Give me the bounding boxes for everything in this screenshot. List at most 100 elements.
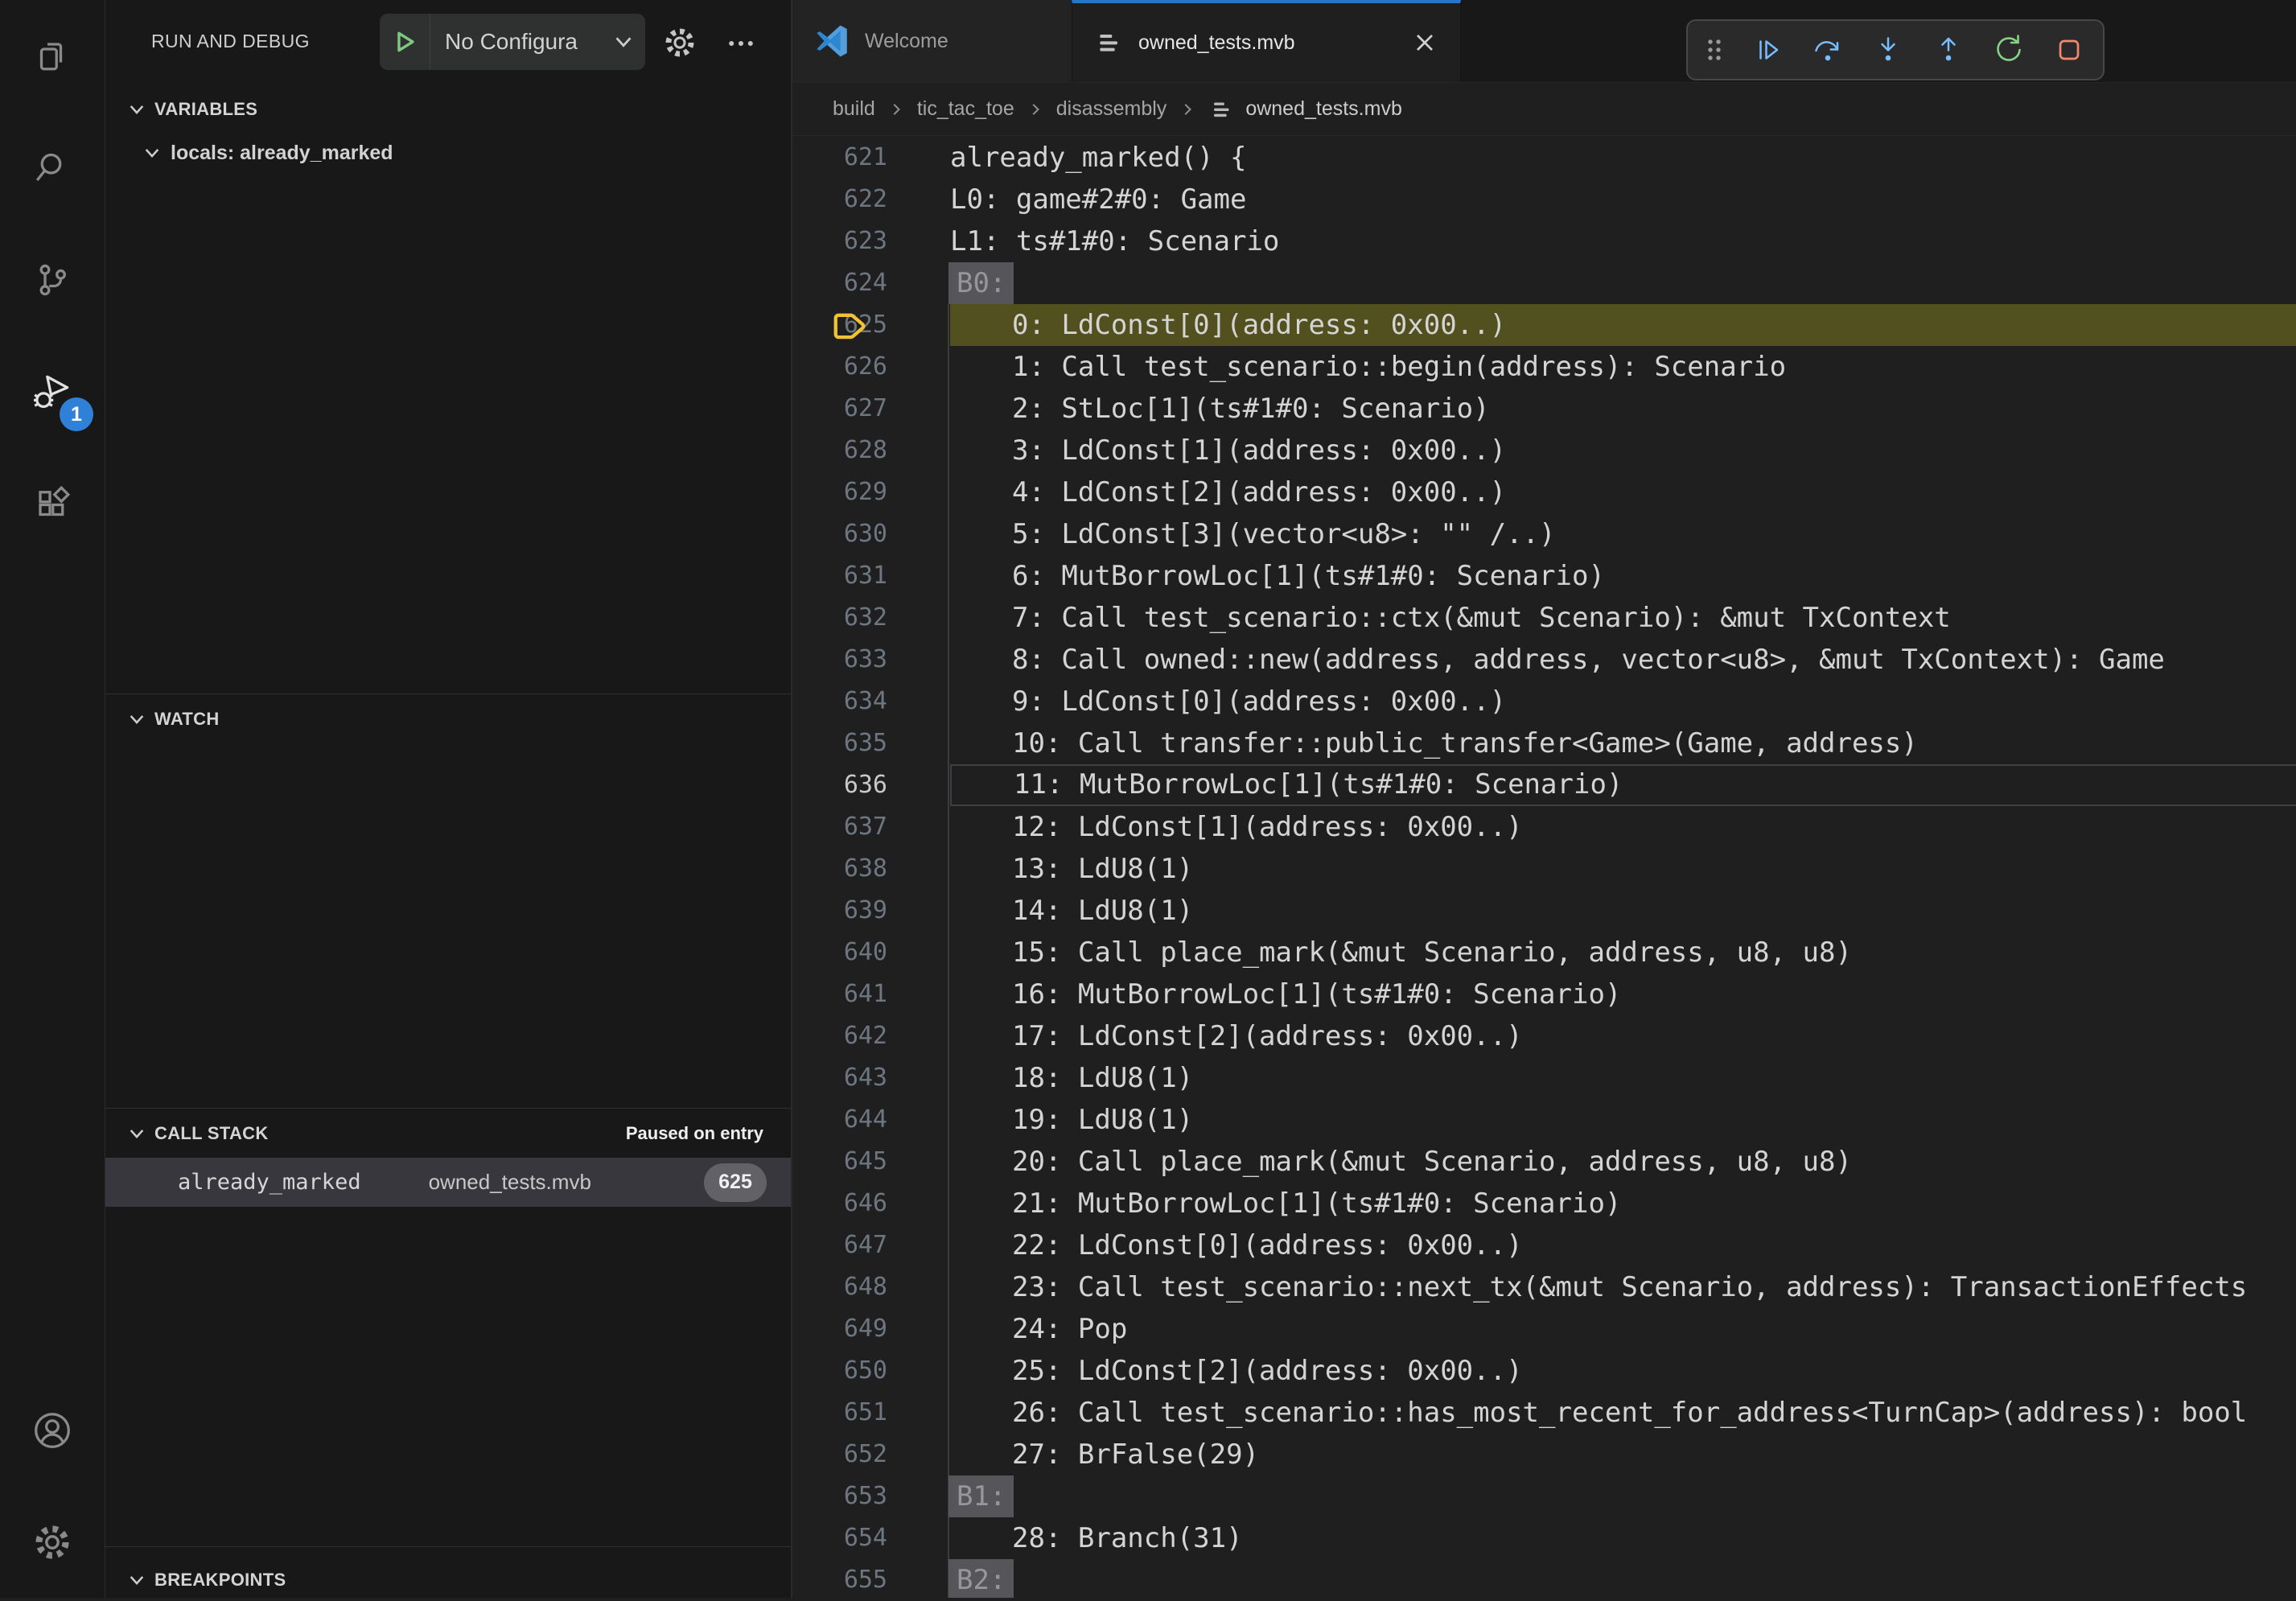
code-line[interactable]: 6338: Call owned::new(address, address, …	[792, 639, 2296, 681]
code-text[interactable]: 4: LdConst[2](address: 0x00..)	[950, 471, 2296, 513]
gutter-marker-slot[interactable]	[792, 764, 834, 806]
code-text[interactable]: 17: LdConst[2](address: 0x00..)	[950, 1015, 2296, 1057]
code-line[interactable]: 64621: MutBorrowLoc[1](ts#1#0: Scenario)	[792, 1183, 2296, 1224]
code-line[interactable]: 65227: BrFalse(29)	[792, 1434, 2296, 1475]
code-text[interactable]: 12: LdConst[1](address: 0x00..)	[950, 806, 2296, 848]
toolbar-drag-handle[interactable]	[1701, 27, 1728, 72]
code-line[interactable]: 621already_marked() {	[792, 137, 2296, 179]
code-line[interactable]: 63510: Call transfer::public_transfer<Ga…	[792, 722, 2296, 764]
code-text[interactable]: 26: Call test_scenario::has_most_recent_…	[950, 1392, 2296, 1434]
close-tab-button[interactable]	[1410, 28, 1439, 57]
gutter-marker-slot[interactable]	[792, 806, 834, 848]
restart-button[interactable]	[1988, 27, 2030, 72]
gutter-marker-slot[interactable]	[792, 1434, 834, 1475]
code-line[interactable]: 623L1: ts#1#0: Scenario	[792, 220, 2296, 262]
code-text[interactable]: 0: LdConst[0](address: 0x00..)	[950, 304, 2296, 346]
gutter-marker-slot[interactable]	[792, 639, 834, 681]
gutter-marker-slot[interactable]	[792, 220, 834, 262]
code-text[interactable]: 15: Call place_mark(&mut Scenario, addre…	[950, 932, 2296, 973]
code-line[interactable]: 655B2:	[792, 1559, 2296, 1598]
code-text[interactable]: 5: LdConst[3](vector<u8>: "" /..)	[950, 513, 2296, 555]
code-text[interactable]: 16: MutBorrowLoc[1](ts#1#0: Scenario)	[950, 973, 2296, 1015]
breadcrumb-item-file[interactable]: owned_tests.mvb	[1208, 96, 1402, 123]
code-line[interactable]: 65025: LdConst[2](address: 0x00..)	[792, 1350, 2296, 1392]
gutter-marker-slot[interactable]	[792, 1141, 834, 1183]
gutter-marker-slot[interactable]	[792, 1308, 834, 1350]
code-text[interactable]: B0:	[950, 262, 2296, 304]
call-stack-section-header[interactable]: CALL STACK Paused on entry	[105, 1113, 791, 1154]
code-line[interactable]: 6250: LdConst[0](address: 0x00..)	[792, 304, 2296, 346]
gutter-marker-slot[interactable]	[792, 471, 834, 513]
gutter-marker-slot[interactable]	[792, 1559, 834, 1598]
code-text[interactable]: 11: MutBorrowLoc[1](ts#1#0: Scenario)	[950, 764, 2296, 806]
breadcrumb-item[interactable]: disassembly	[1056, 97, 1167, 121]
activity-item-extensions[interactable]	[0, 447, 105, 559]
gutter-marker-slot[interactable]	[792, 1266, 834, 1308]
code-text[interactable]: L0: game#2#0: Game	[950, 179, 2296, 220]
gutter-marker-slot[interactable]	[792, 1015, 834, 1057]
code-text[interactable]: L1: ts#1#0: Scenario	[950, 220, 2296, 262]
code-line[interactable]: 64015: Call place_mark(&mut Scenario, ad…	[792, 932, 2296, 973]
code-text[interactable]: 27: BrFalse(29)	[950, 1434, 2296, 1475]
code-line[interactable]: 63712: LdConst[1](address: 0x00..)	[792, 806, 2296, 848]
code-line[interactable]: 64217: LdConst[2](address: 0x00..)	[792, 1015, 2296, 1057]
activity-item-run-and-debug[interactable]: 1	[0, 335, 105, 447]
more-actions-button[interactable]	[724, 27, 758, 60]
code-line[interactable]: 6305: LdConst[3](vector<u8>: "" /..)	[792, 513, 2296, 555]
code-text[interactable]: 1: Call test_scenario::begin(address): S…	[950, 346, 2296, 388]
current-line-marker[interactable]	[792, 304, 834, 346]
code-line[interactable]: 63611: MutBorrowLoc[1](ts#1#0: Scenario)	[792, 764, 2296, 806]
debug-settings-button[interactable]	[662, 25, 697, 60]
code-text[interactable]: 23: Call test_scenario::next_tx(&mut Sce…	[950, 1266, 2296, 1308]
gutter-marker-slot[interactable]	[792, 430, 834, 471]
activity-item-search[interactable]	[0, 112, 105, 224]
stop-button[interactable]	[2048, 27, 2090, 72]
activity-item-explorer[interactable]	[0, 0, 105, 112]
code-text[interactable]: 25: LdConst[2](address: 0x00..)	[950, 1350, 2296, 1392]
code-line[interactable]: 6261: Call test_scenario::begin(address)…	[792, 346, 2296, 388]
step-over-button[interactable]	[1807, 27, 1849, 72]
code-text[interactable]: 9: LdConst[0](address: 0x00..)	[950, 681, 2296, 722]
code-text[interactable]: B2:	[950, 1559, 2296, 1598]
code-line[interactable]: 63813: LdU8(1)	[792, 848, 2296, 890]
gutter-marker-slot[interactable]	[792, 1224, 834, 1266]
gutter-marker-slot[interactable]	[792, 681, 834, 722]
code-line[interactable]: 6349: LdConst[0](address: 0x00..)	[792, 681, 2296, 722]
gutter-marker-slot[interactable]	[792, 973, 834, 1015]
code-line[interactable]: 6316: MutBorrowLoc[1](ts#1#0: Scenario)	[792, 555, 2296, 597]
code-text[interactable]: 3: LdConst[1](address: 0x00..)	[950, 430, 2296, 471]
breakpoints-section-header[interactable]: BREAKPOINTS	[105, 1559, 791, 1601]
code-line[interactable]: 65126: Call test_scenario::has_most_rece…	[792, 1392, 2296, 1434]
step-into-button[interactable]	[1867, 27, 1909, 72]
step-out-button[interactable]	[1928, 27, 1969, 72]
gutter-marker-slot[interactable]	[792, 890, 834, 932]
code-text[interactable]: B1:	[950, 1475, 2296, 1517]
gutter-marker-slot[interactable]	[792, 1099, 834, 1141]
code-line[interactable]: 622L0: game#2#0: Game	[792, 179, 2296, 220]
stack-frame-row[interactable]: already_marked owned_tests.mvb 625	[105, 1158, 791, 1207]
code-line[interactable]: 64722: LdConst[0](address: 0x00..)	[792, 1224, 2296, 1266]
code-text[interactable]: 20: Call place_mark(&mut Scenario, addre…	[950, 1141, 2296, 1183]
watch-section-header[interactable]: WATCH	[105, 698, 791, 740]
code-text[interactable]: already_marked() {	[950, 137, 2296, 179]
gutter-marker-slot[interactable]	[792, 262, 834, 304]
gutter-marker-slot[interactable]	[792, 388, 834, 430]
code-text[interactable]: 22: LdConst[0](address: 0x00..)	[950, 1224, 2296, 1266]
locals-scope-row[interactable]: locals: already_marked	[105, 130, 791, 175]
code-text[interactable]: 18: LdU8(1)	[950, 1057, 2296, 1099]
code-text[interactable]: 28: Branch(31)	[950, 1517, 2296, 1559]
gutter-marker-slot[interactable]	[792, 1350, 834, 1392]
breadcrumb-item[interactable]: build	[833, 97, 875, 121]
gutter-marker-slot[interactable]	[792, 1057, 834, 1099]
code-line[interactable]: 6327: Call test_scenario::ctx(&mut Scena…	[792, 597, 2296, 639]
gutter-marker-slot[interactable]	[792, 137, 834, 179]
code-line[interactable]: 65428: Branch(31)	[792, 1517, 2296, 1559]
code-text[interactable]: 13: LdU8(1)	[950, 848, 2296, 890]
code-line[interactable]: 64823: Call test_scenario::next_tx(&mut …	[792, 1266, 2296, 1308]
gutter-marker-slot[interactable]	[792, 848, 834, 890]
start-debugging-button[interactable]	[380, 14, 430, 70]
gutter-marker-slot[interactable]	[792, 597, 834, 639]
gutter-marker-slot[interactable]	[792, 1517, 834, 1559]
gutter-marker-slot[interactable]	[792, 555, 834, 597]
code-text[interactable]: 24: Pop	[950, 1308, 2296, 1350]
